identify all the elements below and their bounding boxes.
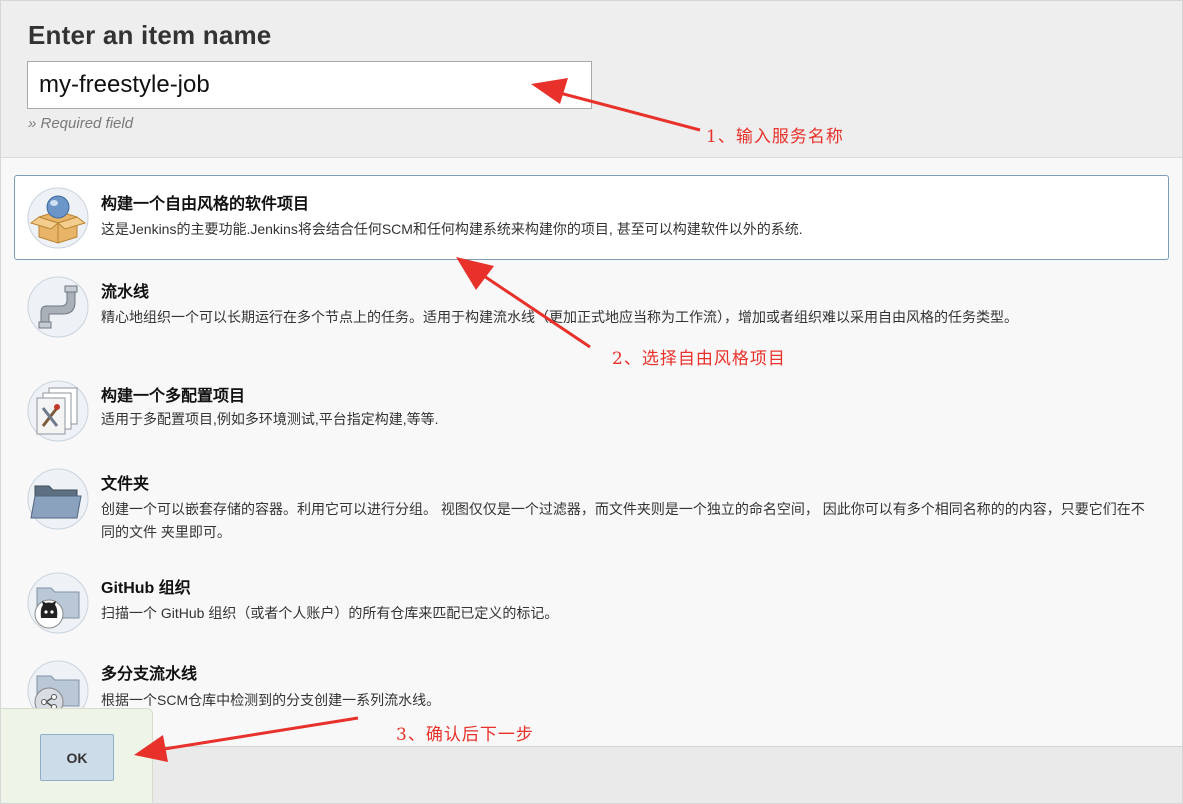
item-type-label: 构建一个多配置项目 [101, 388, 246, 405]
item-type-label: 流水线 [101, 284, 150, 301]
item-type-pipeline[interactable]: 流水线 精心地组织一个可以长期运行在多个节点上的任务。适用于构建流水线（更加正式… [14, 265, 1169, 361]
required-field-hint: » Required field [28, 115, 134, 132]
item-type-description: 这是Jenkins的主要功能.Jenkins将会结合任何SCM和任何构建系统来构… [101, 221, 803, 237]
item-type-description: 扫描一个 GitHub 组织（或者个人账户）的所有仓库来匹配已定义的标记。 [101, 605, 559, 621]
item-type-folder[interactable]: 文件夹 创建一个可以嵌套存储的容器。利用它可以进行分组。 视图仅仅是一个过滤器，… [14, 457, 1169, 553]
footer-bar [1, 746, 1182, 803]
item-name-input[interactable] [27, 61, 592, 109]
item-type-label: 多分支流水线 [101, 666, 198, 683]
annotation-step2: 2、选择自由风格项目 [612, 349, 786, 369]
freestyle-box-icon [27, 187, 89, 249]
item-type-freestyle[interactable]: 构建一个自由风格的软件项目 这是Jenkins的主要功能.Jenkins将会结合… [14, 175, 1169, 260]
multi-config-icon [27, 380, 89, 442]
folder-icon [27, 468, 89, 530]
item-type-multibranch-pipeline[interactable]: 多分支流水线 根据一个SCM仓库中检测到的分支创建一系列流水线。 [14, 649, 1169, 729]
item-type-list: 构建一个自由风格的软件项目 这是Jenkins的主要功能.Jenkins将会结合… [14, 175, 1169, 735]
item-type-description: 根据一个SCM仓库中检测到的分支创建一系列流水线。 [101, 692, 441, 708]
item-type-description: 创建一个可以嵌套存储的容器。利用它可以进行分组。 视图仅仅是一个过滤器，而文件夹… [101, 501, 1145, 540]
item-type-label: 构建一个自由风格的软件项目 [101, 196, 310, 213]
item-type-github-organization[interactable]: GitHub 组织 扫描一个 GitHub 组织（或者个人账户）的所有仓库来匹配… [14, 561, 1169, 641]
page-title: Enter an item name [28, 20, 272, 50]
item-type-label: GitHub 组织 [101, 580, 191, 597]
item-type-description: 精心地组织一个可以长期运行在多个节点上的任务。适用于构建流水线（更加正式地应当称… [101, 309, 1018, 325]
item-type-multi-configuration[interactable]: 构建一个多配置项目 适用于多配置项目,例如多环境测试,平台指定构建,等等. [14, 369, 1169, 447]
annotation-step3: 3、确认后下一步 [396, 725, 534, 745]
item-type-description: 适用于多配置项目,例如多环境测试,平台指定构建,等等. [101, 411, 439, 427]
pipeline-icon [27, 276, 89, 338]
ok-button[interactable]: OK [40, 734, 114, 781]
github-organization-icon [27, 572, 89, 634]
annotation-step1: 1、输入服务名称 [706, 127, 844, 147]
item-type-label: 文件夹 [101, 476, 150, 493]
